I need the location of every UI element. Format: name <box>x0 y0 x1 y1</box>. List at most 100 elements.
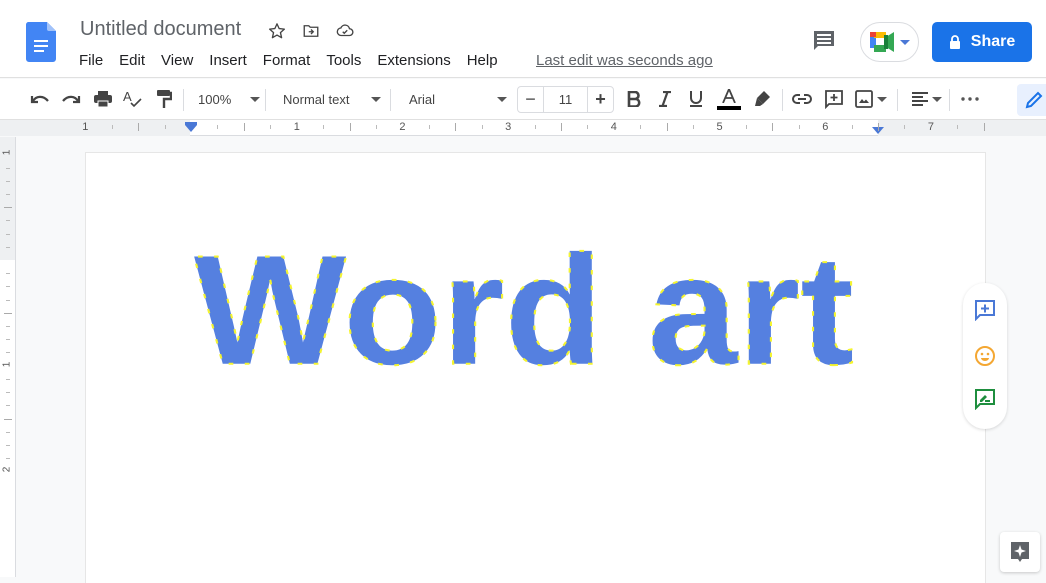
style-caret-icon <box>371 96 381 102</box>
ruler-tick <box>666 123 668 131</box>
ruler-tick <box>6 405 10 407</box>
ruler-tick <box>270 125 272 129</box>
ruler-label: 7 <box>927 121 935 133</box>
ruler-tick <box>4 207 12 209</box>
zoom-value: 100% <box>198 91 232 107</box>
ruler-tick <box>243 123 245 131</box>
add-emoji-reaction-icon[interactable] <box>974 345 996 367</box>
zoom-caret-icon <box>250 96 260 102</box>
document-page[interactable]: Word art <box>86 153 985 583</box>
explore-icon <box>1011 542 1029 562</box>
spellcheck-icon: A <box>123 89 142 108</box>
ruler-tick <box>6 352 10 354</box>
paint-format-icon <box>157 90 172 108</box>
cloud-saved-icon[interactable] <box>334 20 356 42</box>
ruler-tick <box>323 125 325 129</box>
ruler-tick <box>878 123 880 131</box>
ruler-tick <box>640 125 642 129</box>
zoom-select[interactable]: 100% <box>198 87 260 111</box>
left-indent-marker[interactable] <box>185 125 197 132</box>
ruler-tick <box>349 123 351 131</box>
last-edit-link[interactable]: Last edit was seconds ago <box>536 52 713 69</box>
ruler-tick <box>6 299 10 301</box>
increase-font-size-button[interactable]: + <box>588 87 613 112</box>
explore-button[interactable] <box>1000 532 1040 572</box>
menu-view[interactable]: View <box>161 52 193 69</box>
decrease-font-size-button[interactable]: − <box>518 87 544 112</box>
comment-history-icon[interactable] <box>812 30 836 52</box>
top-bar: Untitled document File Edit View Insert … <box>0 0 1046 78</box>
svg-text:A: A <box>123 89 132 104</box>
horizontal-ruler[interactable]: 1 1 2 3 4 5 6 7 <box>0 120 1046 136</box>
font-size-stepper: − 11 + <box>517 86 614 113</box>
add-comment-side-icon[interactable] <box>974 299 996 321</box>
undo-icon <box>30 95 49 104</box>
font-select[interactable]: Arial <box>409 87 507 111</box>
ruler-tick <box>6 220 10 222</box>
ruler-tick <box>587 125 589 129</box>
pencil-icon <box>1025 91 1043 109</box>
ruler-tick <box>428 125 430 129</box>
style-value: Normal text <box>283 91 350 107</box>
ruler-label: 5 <box>716 121 723 133</box>
menu-tools[interactable]: Tools <box>326 52 361 69</box>
ruler-tick <box>6 326 10 328</box>
suggest-edits-icon[interactable] <box>974 388 996 410</box>
meet-button[interactable] <box>860 22 919 62</box>
side-actions-panel <box>963 283 1007 429</box>
ruler-tick <box>481 125 483 129</box>
ruler-label: 4 <box>610 121 617 133</box>
share-label: Share <box>970 33 1016 50</box>
ruler-tick <box>693 125 695 129</box>
ruler-tick <box>6 180 10 182</box>
paragraph-style-select[interactable]: Normal text <box>283 87 381 111</box>
share-button[interactable]: Share <box>932 22 1032 62</box>
docs-logo-icon[interactable] <box>26 22 56 62</box>
paint-format-button[interactable] <box>152 87 176 111</box>
menu-help[interactable]: Help <box>467 52 498 69</box>
ruler-label: 1 <box>1 361 13 367</box>
vertical-ruler[interactable]: 1 1 2 <box>0 137 16 577</box>
word-art-text[interactable]: Word art <box>193 222 855 398</box>
meet-dropdown-caret-icon <box>899 39 910 45</box>
ruler-tick <box>164 125 166 129</box>
print-icon <box>94 91 112 108</box>
ruler-tick <box>904 125 906 129</box>
redo-button[interactable] <box>59 87 83 111</box>
ruler-tick <box>455 123 457 131</box>
editing-mode-button[interactable] <box>1017 84 1046 116</box>
ruler-tick <box>375 125 377 129</box>
ruler-tick <box>6 246 10 248</box>
menu-edit[interactable]: Edit <box>119 52 145 69</box>
menu-file[interactable]: File <box>79 52 103 69</box>
menu-format[interactable]: Format <box>263 52 311 69</box>
ruler-tick <box>798 125 800 129</box>
lock-icon <box>949 35 960 49</box>
ruler-tick <box>6 378 10 380</box>
menu-extensions[interactable]: Extensions <box>377 52 450 69</box>
menu-insert[interactable]: Insert <box>209 52 247 69</box>
menu-bar: File Edit View Insert Format Tools Exten… <box>79 52 514 69</box>
font-caret-icon <box>497 96 507 102</box>
ruler-tick <box>6 431 10 433</box>
redo-icon <box>62 95 81 104</box>
ruler-tick <box>4 312 12 314</box>
font-size-input[interactable]: 11 <box>544 87 588 112</box>
ruler-tick <box>957 125 959 129</box>
ruler-label: 1 <box>1 150 13 156</box>
ruler-tick <box>534 125 536 129</box>
ruler-label: 6 <box>822 121 829 133</box>
move-folder-icon[interactable] <box>300 20 322 42</box>
ruler-tick <box>6 392 10 394</box>
ruler-tick <box>138 123 140 131</box>
undo-button[interactable] <box>28 87 52 111</box>
ruler-tick <box>6 458 10 460</box>
word-art-drawing[interactable]: Word art <box>86 153 985 583</box>
document-title[interactable]: Untitled document <box>80 18 241 41</box>
ruler-tick <box>6 286 10 288</box>
print-button[interactable] <box>91 87 115 111</box>
spellcheck-button[interactable]: A <box>121 87 145 111</box>
ruler-tick <box>745 125 747 129</box>
ruler-label: 1 <box>82 121 89 133</box>
star-icon[interactable] <box>266 20 288 42</box>
